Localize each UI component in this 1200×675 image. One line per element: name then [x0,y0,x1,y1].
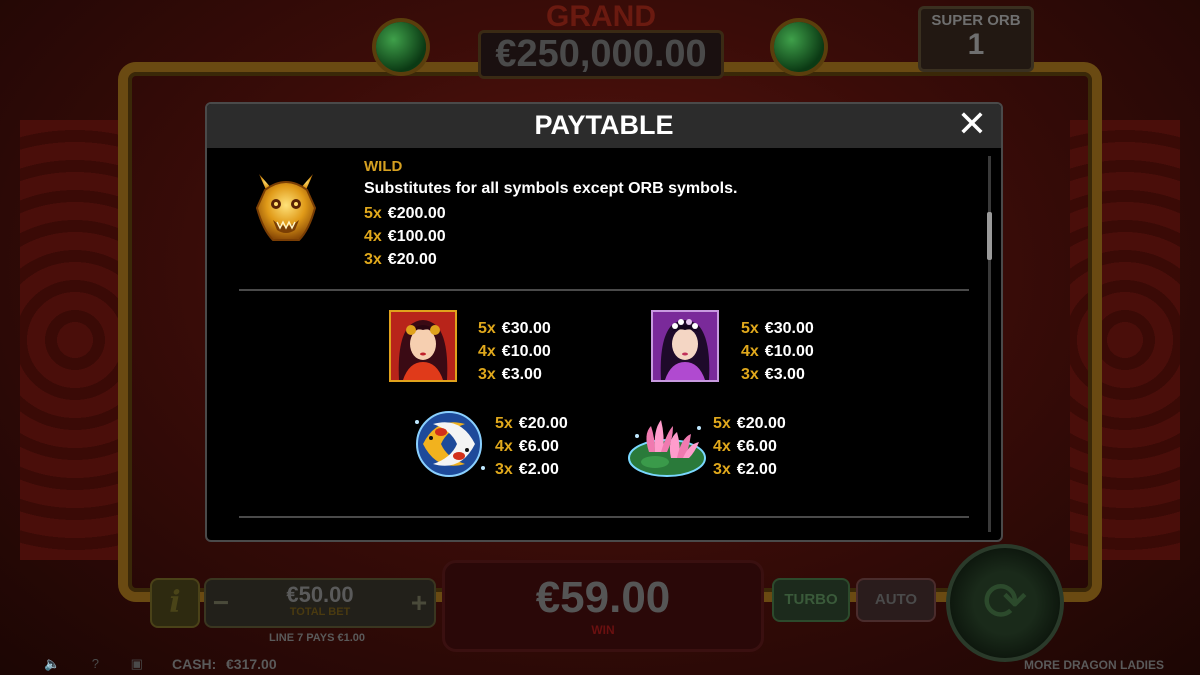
pay-amount: €30.00 [501,320,551,337]
golden-dragon-icon [249,168,323,246]
pay-amount: €10.00 [764,343,814,360]
red-lady-pays: 5x €30.00 4x €10.00 3x €3.00 [478,317,551,386]
pay-multiplier: 3x [364,251,382,268]
wild-description: Substitutes for all symbols except ORB s… [364,180,738,197]
scrollbar-thumb[interactable] [987,212,992,260]
pay-amount: €20.00 [387,251,437,268]
section-divider [239,289,969,291]
pay-row: 5x €20.00 [713,412,786,435]
jackpot-label: GRAND [546,0,656,33]
pay-row: 4x €10.00 [741,340,814,363]
jackpot-value: €250,000.00 [478,30,724,79]
win-value: €59.00 [535,573,671,622]
pay-multiplier: 4x [478,343,496,360]
red-lady-icon [389,310,457,387]
settings-icons[interactable]: 🔈 ? ▣ [44,656,157,672]
spin-arrows-icon: ⟳ [982,572,1028,632]
pay-amount: €20.00 [518,415,568,432]
super-orb-value: 1 [967,28,985,61]
pay-row: 5x €20.00 [495,412,568,435]
pay-row: 5x €200.00 [364,202,446,225]
pay-amount: €100.00 [387,228,446,245]
pay-multiplier: 3x [478,366,496,383]
win-label: WIN [591,623,615,637]
cash-value: €317.00 [226,656,277,672]
pay-row: 5x €30.00 [741,317,814,340]
green-orb-icon [376,22,426,72]
lotus-flower-pays: 5x €20.00 4x €6.00 3x €2.00 [713,412,786,481]
wild-title: WILD [364,158,403,175]
pay-row: 3x €3.00 [478,363,551,386]
pay-amount: €30.00 [764,320,814,337]
turbo-button[interactable]: TURBO [772,578,850,622]
win-display: €59.00 WIN [442,560,764,652]
pay-row: 3x €2.00 [495,458,568,481]
status-bar: 🔈 ? ▣ CASH: €317.00 MORE DRAGON LADIES [0,654,1200,675]
pay-amount: €10.00 [501,343,551,360]
pay-multiplier: 4x [741,343,759,360]
pay-multiplier: 4x [364,228,382,245]
pay-row: 4x €6.00 [495,435,568,458]
paytable-title: PAYTABLE [534,110,674,140]
purple-lady-pays: 5x €30.00 4x €10.00 3x €3.00 [741,317,814,386]
total-bet-value: €50.00 [286,582,354,607]
pay-amount: €6.00 [736,438,777,455]
line-pays-text: LINE 7 PAYS €1.00 [269,632,365,644]
koi-fish-pays: 5x €20.00 4x €6.00 3x €2.00 [495,412,568,481]
purple-lady-icon [651,310,719,387]
green-orb-icon [774,22,824,72]
section-divider [239,516,969,518]
pay-multiplier: 5x [713,415,731,432]
pay-multiplier: 4x [495,438,513,455]
grand-jackpot: GRAND €250,000.00 [462,0,740,79]
pay-amount: €20.00 [736,415,786,432]
decrease-bet-button[interactable]: − [206,580,236,626]
modal-header: PAYTABLE ✕ [207,104,1001,148]
super-orb-label: SUPER ORB [931,12,1021,29]
paytable-modal: PAYTABLE ✕ WILD Substitutes for all symb… [205,102,1003,542]
pay-multiplier: 5x [364,205,382,222]
lotus-flower-icon [625,408,709,485]
super-orb-counter: SUPER ORB 1 [918,6,1034,72]
pay-row: 3x €3.00 [741,363,814,386]
game-name: MORE DRAGON LADIES [1023,658,1164,672]
autoplay-button[interactable]: AUTO [856,578,936,622]
info-button[interactable]: i [150,578,200,628]
pay-amount: €2.00 [518,461,559,478]
pay-row: 4x €6.00 [713,435,786,458]
pay-row: 4x €100.00 [364,225,446,248]
pay-multiplier: 3x [495,461,513,478]
pay-amount: €6.00 [518,438,559,455]
koi-fish-icon [407,408,491,485]
pay-row: 5x €30.00 [478,317,551,340]
wild-pays: 5x €200.00 4x €100.00 3x €20.00 [364,202,446,271]
pay-row: 3x €2.00 [713,458,786,481]
close-icon[interactable]: ✕ [955,107,989,143]
pay-amount: €3.00 [764,366,805,383]
total-bet-selector: − €50.00 TOTAL BET + [204,578,436,628]
cash-label: CASH: [172,656,217,672]
left-cloud-decoration [20,120,130,560]
pay-multiplier: 3x [713,461,731,478]
pay-amount: €3.00 [501,366,542,383]
pay-row: 3x €20.00 [364,248,446,271]
pay-multiplier: 3x [741,366,759,383]
total-bet-label: TOTAL BET [289,606,351,618]
pay-row: 4x €10.00 [478,340,551,363]
pay-amount: €200.00 [387,205,446,222]
pay-multiplier: 5x [741,320,759,337]
increase-bet-button[interactable]: + [404,580,434,626]
pay-amount: €2.00 [736,461,777,478]
pay-multiplier: 5x [495,415,513,432]
pay-multiplier: 4x [713,438,731,455]
spin-button[interactable]: ⟳ [946,544,1064,662]
pay-multiplier: 5x [478,320,496,337]
